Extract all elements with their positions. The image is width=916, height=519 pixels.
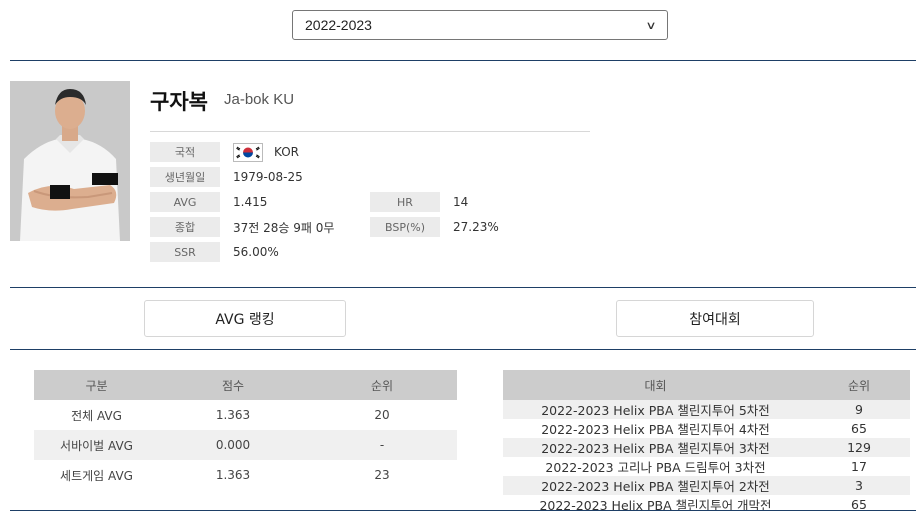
avg-value: 1.415	[233, 195, 268, 209]
tournament-table: 대회 순위 2022-2023 Helix PBA 챌린지투어 5차전 9 20…	[503, 370, 910, 510]
nationality-label: 국적	[150, 142, 220, 162]
table-row: 서바이벌 AVG 0.000 -	[34, 430, 457, 460]
player-name-korean: 구자복	[150, 90, 208, 114]
tab-tournaments[interactable]: 참여대회	[616, 300, 814, 337]
table-row[interactable]: 2022-2023 Helix PBA 챌린지투어 4차전 65	[503, 419, 910, 438]
tournament-rank: 129	[808, 438, 910, 457]
nationality-value: KOR	[274, 145, 299, 159]
divider	[10, 60, 916, 61]
tournament-name: 2022-2023 Helix PBA 챌린지투어 개막전	[539, 498, 772, 510]
column-header: 구분	[34, 370, 159, 400]
table-cell: 전체 AVG	[71, 408, 122, 423]
bsp-value: 27.23%	[453, 220, 499, 234]
table-cell: 세트게임 AVG	[60, 468, 133, 483]
table-row[interactable]: 2022-2023 Helix PBA 챌린지투어 2차전 3	[503, 476, 910, 495]
divider	[10, 349, 916, 350]
table-row[interactable]: 2022-2023 Helix PBA 챌린지투어 5차전 9	[503, 400, 910, 419]
avg-ranking-table: 구분 점수 순위 전체 AVG 1.363 20 서바이벌 AVG 0.000 …	[34, 370, 457, 490]
name-underline	[150, 131, 590, 132]
tournament-name: 2022-2023 고리나 PBA 드림투어 3차전	[545, 460, 766, 475]
ssr-label: SSR	[150, 242, 220, 262]
column-header: 대회	[503, 370, 808, 400]
table-row: 전체 AVG 1.363 20	[34, 400, 457, 430]
hr-label: HR	[370, 192, 440, 212]
table-cell: -	[307, 430, 457, 460]
table-row: 세트게임 AVG 1.363 23	[34, 460, 457, 490]
chevron-down-icon: ∨	[645, 19, 657, 32]
table-cell: 23	[374, 468, 390, 482]
record-value: 37전 28승 9패 0무	[233, 220, 335, 235]
bsp-label: BSP(%)	[370, 217, 440, 237]
tournament-rank: 17	[851, 459, 867, 474]
tournament-name: 2022-2023 Helix PBA 챌린지투어 3차전	[503, 438, 808, 457]
table-row[interactable]: 2022-2023 Helix PBA 챌린지투어 개막전 65	[503, 495, 910, 510]
tournament-rank: 3	[808, 476, 910, 495]
column-header: 순위	[307, 370, 457, 400]
column-header: 순위	[808, 370, 910, 400]
table-row[interactable]: 2022-2023 고리나 PBA 드림투어 3차전 17	[503, 457, 910, 476]
tournament-rank: 65	[851, 497, 867, 510]
ssr-value: 56.00%	[233, 245, 279, 259]
table-cell: 0.000	[159, 430, 307, 460]
record-label: 종합	[150, 217, 220, 237]
player-photo	[10, 81, 130, 241]
player-name-english: Ja-bok KU	[224, 91, 295, 108]
table-cell: 1.363	[215, 408, 251, 422]
birth-value: 1979-08-25	[233, 170, 303, 184]
tournament-rank: 65	[851, 421, 867, 436]
tournament-name: 2022-2023 Helix PBA 챌린지투어 4차전	[541, 422, 770, 437]
tournament-name: 2022-2023 Helix PBA 챌린지투어 2차전	[503, 476, 808, 495]
table-cell: 1.363	[215, 468, 251, 482]
tournament-name: 2022-2023 Helix PBA 챌린지투어 5차전	[503, 400, 808, 419]
birth-label: 생년월일	[150, 167, 220, 187]
season-select[interactable]: 2022-2023 ∨	[292, 10, 668, 40]
table-row[interactable]: 2022-2023 Helix PBA 챌린지투어 3차전 129	[503, 438, 910, 457]
column-header: 점수	[159, 370, 307, 400]
divider	[10, 510, 916, 511]
avg-label: AVG	[150, 192, 220, 212]
table-cell: 서바이벌 AVG	[34, 430, 159, 460]
divider	[10, 287, 916, 288]
tournament-table-scroll[interactable]: 대회 순위 2022-2023 Helix PBA 챌린지투어 5차전 9 20…	[503, 370, 910, 510]
tab-avg-ranking[interactable]: AVG 랭킹	[144, 300, 346, 337]
table-cell: 20	[374, 408, 390, 422]
korea-flag-icon	[233, 143, 263, 162]
hr-value: 14	[453, 195, 469, 209]
season-select-value: 2022-2023	[305, 17, 372, 33]
tournament-rank: 9	[808, 400, 910, 419]
